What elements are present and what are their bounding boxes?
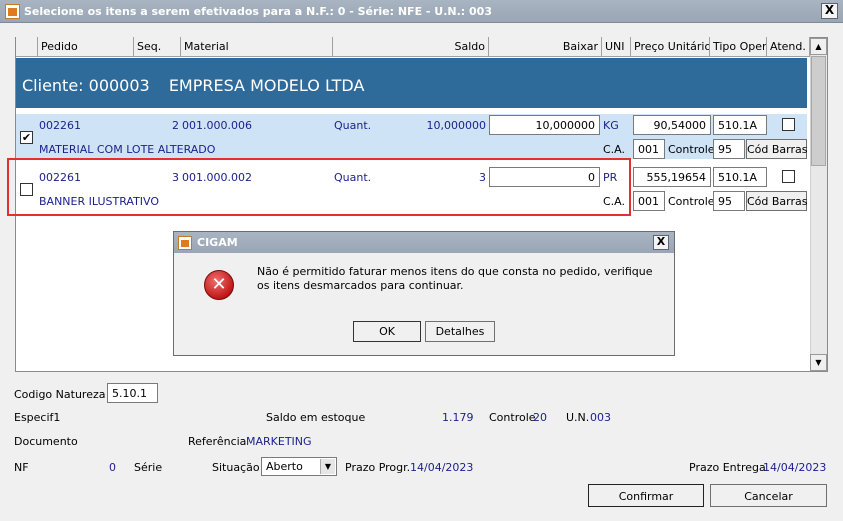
header-seq[interactable]: Seq. bbox=[134, 37, 181, 57]
client-title: Cliente: 000003 EMPRESA MODELO LTDA bbox=[22, 76, 364, 95]
row-atend-checkbox[interactable] bbox=[782, 118, 795, 131]
prazo-entrega-value: 14/04/2023 bbox=[763, 461, 827, 474]
row-saldo: 10,000000 bbox=[426, 119, 487, 132]
dialog-app-icon bbox=[178, 236, 192, 250]
header-preco-unitario[interactable]: Preço Unitário bbox=[631, 37, 710, 57]
row-controle-input[interactable]: 95 bbox=[713, 191, 745, 211]
header-saldo[interactable]: Saldo bbox=[333, 37, 489, 57]
window-title: Selecione os itens a serem efetivados pa… bbox=[24, 5, 492, 18]
header-check-column bbox=[16, 37, 38, 57]
situacao-select[interactable]: Aberto ▼ bbox=[261, 457, 337, 476]
row-preco-input[interactable]: 90,54000 bbox=[633, 115, 711, 135]
header-tipo-oper[interactable]: Tipo Oper. bbox=[710, 37, 767, 57]
dialog-close-button[interactable]: X bbox=[653, 235, 669, 250]
row-atend-checkbox[interactable] bbox=[782, 170, 795, 183]
window-close-button[interactable]: X bbox=[821, 3, 838, 19]
row-baixar-input[interactable]: 10,000000 bbox=[489, 115, 600, 135]
controle-label: Controle bbox=[489, 411, 536, 424]
dialog-message: Não é permitido faturar menos itens do q… bbox=[257, 265, 653, 292]
scroll-thumb[interactable] bbox=[811, 56, 826, 166]
confirmar-button[interactable]: Confirmar bbox=[588, 484, 704, 507]
client-name: EMPRESA MODELO LTDA bbox=[168, 76, 365, 95]
saldo-estoque-label: Saldo em estoque bbox=[266, 411, 366, 424]
serie-label: Série bbox=[134, 461, 163, 474]
row-quant-label: Quant. bbox=[334, 119, 372, 132]
dialog-title-bar bbox=[174, 232, 674, 253]
header-uni[interactable]: UNI bbox=[602, 37, 631, 57]
row-ca-label: C.A. bbox=[603, 143, 626, 156]
row-controle-label: Controle bbox=[668, 143, 715, 156]
prazo-entrega-label: Prazo Entrega bbox=[689, 461, 766, 474]
chevron-down-icon[interactable]: ▼ bbox=[320, 459, 335, 474]
row-controle-label: Controle bbox=[668, 195, 715, 208]
client-code: Cliente: 000003 bbox=[22, 76, 150, 95]
header-baixar[interactable]: Baixar bbox=[489, 37, 602, 57]
row-ca-input[interactable]: 001 bbox=[633, 139, 665, 159]
situacao-selected-value: Aberto bbox=[266, 460, 303, 473]
saldo-estoque-value: 1.179 bbox=[442, 411, 474, 424]
codigo-natureza-label: Codigo Natureza bbox=[14, 388, 106, 401]
codigo-natureza-input[interactable]: 5.10.1 bbox=[107, 383, 158, 403]
row-ca-input[interactable]: 001 bbox=[633, 191, 665, 211]
nf-label: NF bbox=[14, 461, 29, 474]
prazo-progr-label: Prazo Progr. bbox=[345, 461, 411, 474]
row-controle-input[interactable]: 95 bbox=[713, 139, 745, 159]
row-cod-barras-button[interactable]: Cód Barras bbox=[746, 139, 808, 159]
row-tipo-oper-input[interactable]: 510.1A bbox=[713, 167, 767, 187]
highlight-frame bbox=[7, 158, 631, 216]
details-button[interactable]: Detalhes bbox=[425, 321, 495, 342]
especif-label: Especif1 bbox=[14, 411, 61, 424]
row-pedido: 002261 bbox=[39, 119, 81, 132]
row-select-checkbox[interactable]: ✔ bbox=[20, 131, 33, 144]
header-pedido[interactable]: Pedido bbox=[38, 37, 134, 57]
header-atend[interactable]: Atend. bbox=[767, 37, 810, 57]
scroll-down-icon[interactable]: ▼ bbox=[810, 354, 827, 371]
cancelar-button[interactable]: Cancelar bbox=[710, 484, 827, 507]
row-preco-input[interactable]: 555,19654 bbox=[633, 167, 711, 187]
row-cod-barras-button[interactable]: Cód Barras bbox=[746, 191, 808, 211]
situacao-label: Situação bbox=[212, 461, 260, 474]
header-material[interactable]: Material bbox=[181, 37, 333, 57]
error-icon: ✕ bbox=[204, 270, 234, 300]
scroll-up-icon[interactable]: ▲ bbox=[810, 38, 827, 55]
row-uni: KG bbox=[603, 119, 619, 132]
app-icon bbox=[5, 4, 20, 19]
row-description: MATERIAL COM LOTE ALTERADO bbox=[39, 143, 216, 156]
controle-value: 20 bbox=[533, 411, 547, 424]
ok-button[interactable]: OK bbox=[353, 321, 421, 342]
un-value: 003 bbox=[590, 411, 611, 424]
dialog-title: CIGAM bbox=[197, 236, 238, 249]
referencia-label: Referência bbox=[188, 435, 247, 448]
row-material: 001.000.006 bbox=[182, 119, 252, 132]
nf-value: 0 bbox=[109, 461, 116, 474]
row-tipo-oper-input[interactable]: 510.1A bbox=[713, 115, 767, 135]
prazo-progr-value: 14/04/2023 bbox=[410, 461, 474, 474]
un-label: U.N. bbox=[566, 411, 590, 424]
referencia-value: MARKETING bbox=[246, 435, 312, 448]
row-seq: 2 bbox=[172, 119, 179, 132]
documento-label: Documento bbox=[14, 435, 78, 448]
